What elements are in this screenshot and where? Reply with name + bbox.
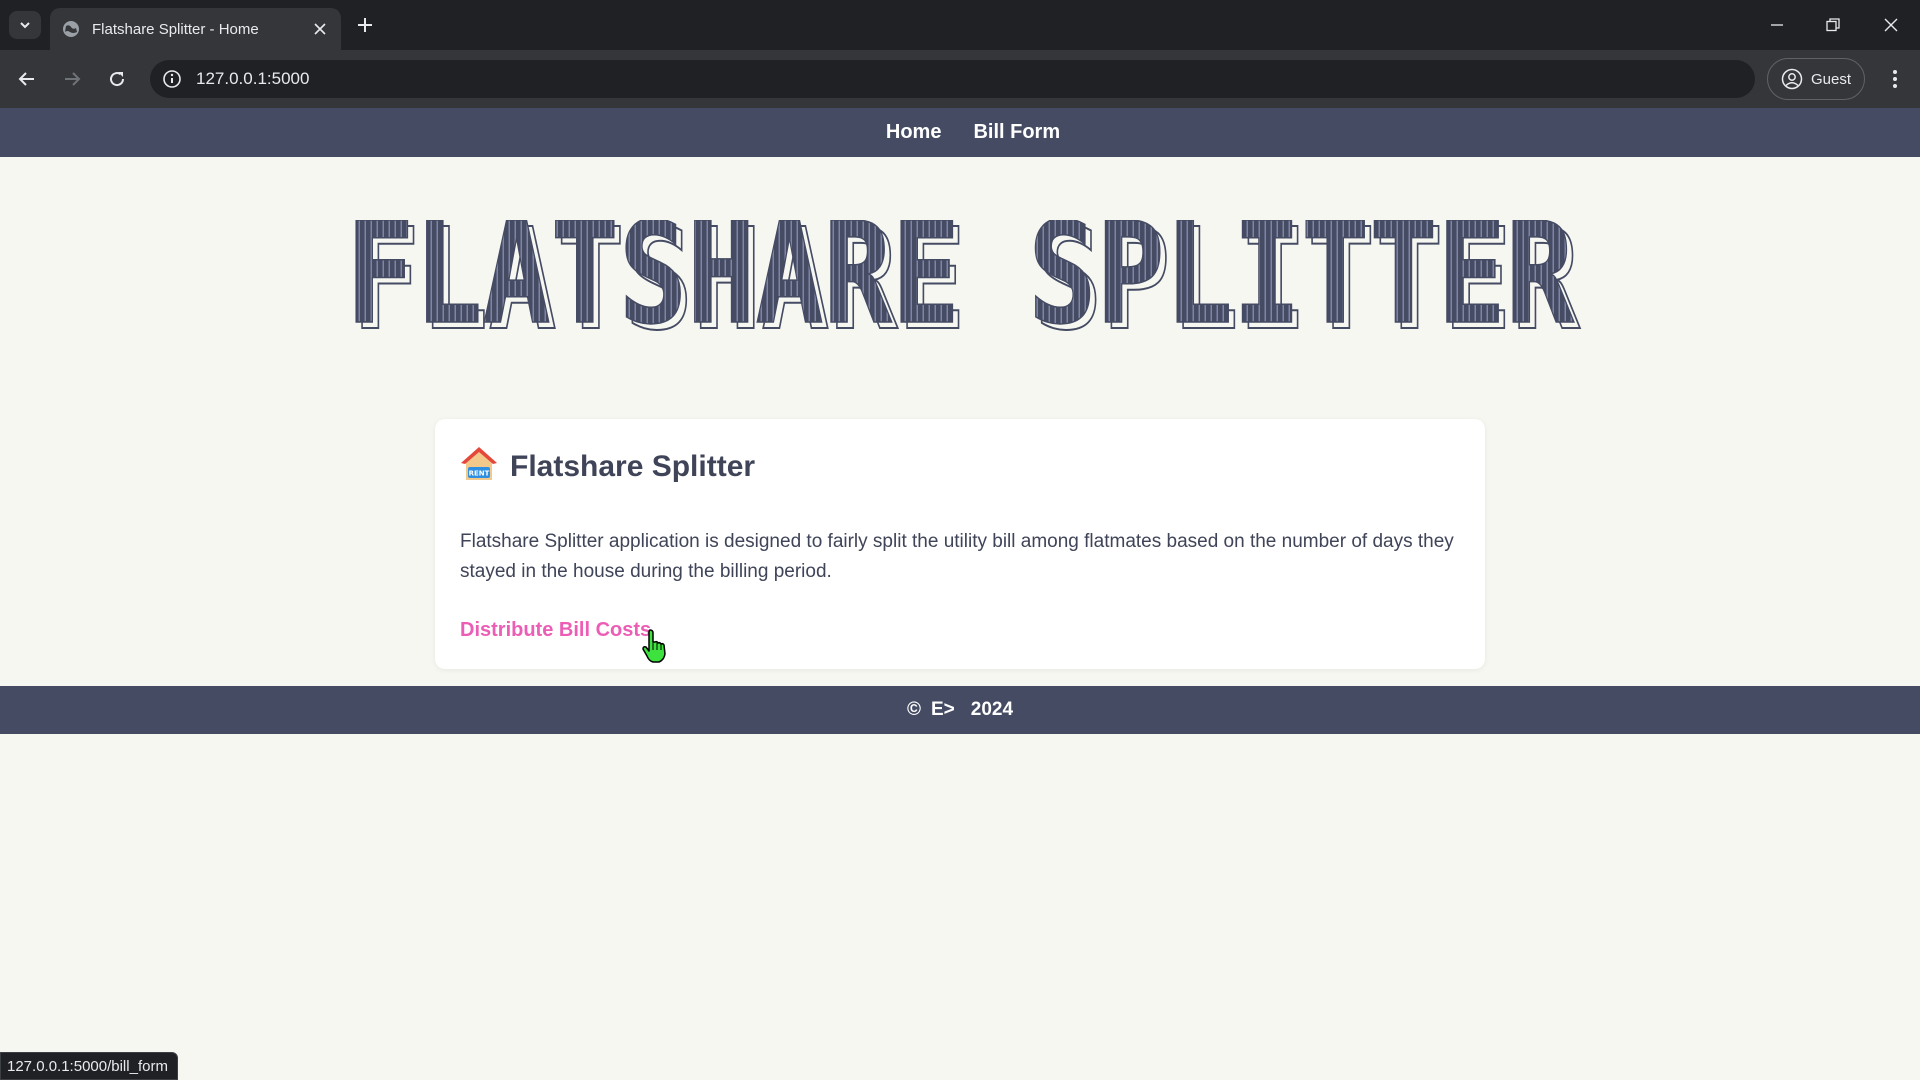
status-bar-url: 127.0.0.1:5000/bill_form: [0, 1052, 178, 1080]
arrow-right-icon: [65, 72, 81, 86]
globe-icon: [62, 20, 80, 38]
profile-button[interactable]: Guest: [1767, 58, 1865, 100]
banner-text: FLATSHARE SPLITTER: [346, 220, 1575, 338]
reload-icon: [110, 72, 125, 87]
ascii-art-banner: FLATSHARE SPLITTER FLATSHARE SPLITTER: [0, 220, 1920, 338]
browser-toolbar: 127.0.0.1:5000 Guest: [0, 50, 1920, 108]
nav-link-home[interactable]: Home: [886, 121, 942, 144]
restore-icon: [1826, 18, 1840, 32]
minimize-icon: [1771, 24, 1783, 26]
nav-link-bill-form[interactable]: Bill Form: [973, 121, 1060, 144]
svg-text:RENT: RENT: [469, 470, 490, 478]
new-tab-button[interactable]: [352, 12, 378, 38]
card-description: Flatshare Splitter application is design…: [460, 531, 1454, 582]
address-bar[interactable]: 127.0.0.1:5000: [150, 60, 1755, 98]
forward-button[interactable]: [57, 64, 87, 94]
info-icon[interactable]: [162, 69, 182, 89]
site-footer: © E> 2024: [0, 686, 1920, 734]
window-close-button[interactable]: [1876, 10, 1906, 40]
kebab-menu-icon: [1893, 70, 1897, 88]
card-title: Flatshare Splitter: [510, 449, 756, 483]
house-emoji-icon: RENT: [460, 445, 498, 488]
minimize-button[interactable]: [1762, 10, 1792, 40]
profile-label: Guest: [1810, 70, 1852, 88]
tab-search-button[interactable]: [9, 11, 41, 39]
site-navbar: Home Bill Form: [0, 108, 1920, 157]
status-url-text: 127.0.0.1:5000/bill_form: [7, 1057, 168, 1075]
browser-menu-button[interactable]: [1880, 64, 1910, 94]
distribute-bill-costs-link[interactable]: Distribute Bill Costs: [460, 619, 651, 642]
page-viewport: Home Bill Form FLATSHARE SPLITTER FLATSH…: [0, 108, 1920, 1080]
restore-button[interactable]: [1818, 10, 1848, 40]
tab-title: Flatshare Splitter - Home: [92, 20, 259, 38]
browser-tab-active[interactable]: Flatshare Splitter - Home: [50, 8, 341, 50]
person-icon: [1781, 68, 1803, 90]
chevron-down-icon: [20, 22, 30, 29]
intro-card: RENT Flatshare Splitter Flatshare Splitt…: [435, 419, 1485, 669]
arrow-left-icon: [18, 72, 34, 86]
card-heading: RENT Flatshare Splitter: [460, 445, 755, 488]
back-button[interactable]: [12, 64, 42, 94]
close-icon: [1884, 18, 1898, 32]
copyright-symbol: ©: [906, 699, 921, 720]
url-text: 127.0.0.1:5000: [196, 69, 310, 88]
footer-author: E>: [930, 699, 955, 720]
footer-year: 2024: [970, 699, 1014, 720]
plus-icon: [358, 18, 372, 32]
hand-pointer-icon: [642, 629, 666, 663]
browser-titlebar: Flatshare Splitter - Home: [0, 0, 1920, 50]
reload-button[interactable]: [102, 64, 132, 94]
close-icon[interactable]: [309, 18, 331, 40]
